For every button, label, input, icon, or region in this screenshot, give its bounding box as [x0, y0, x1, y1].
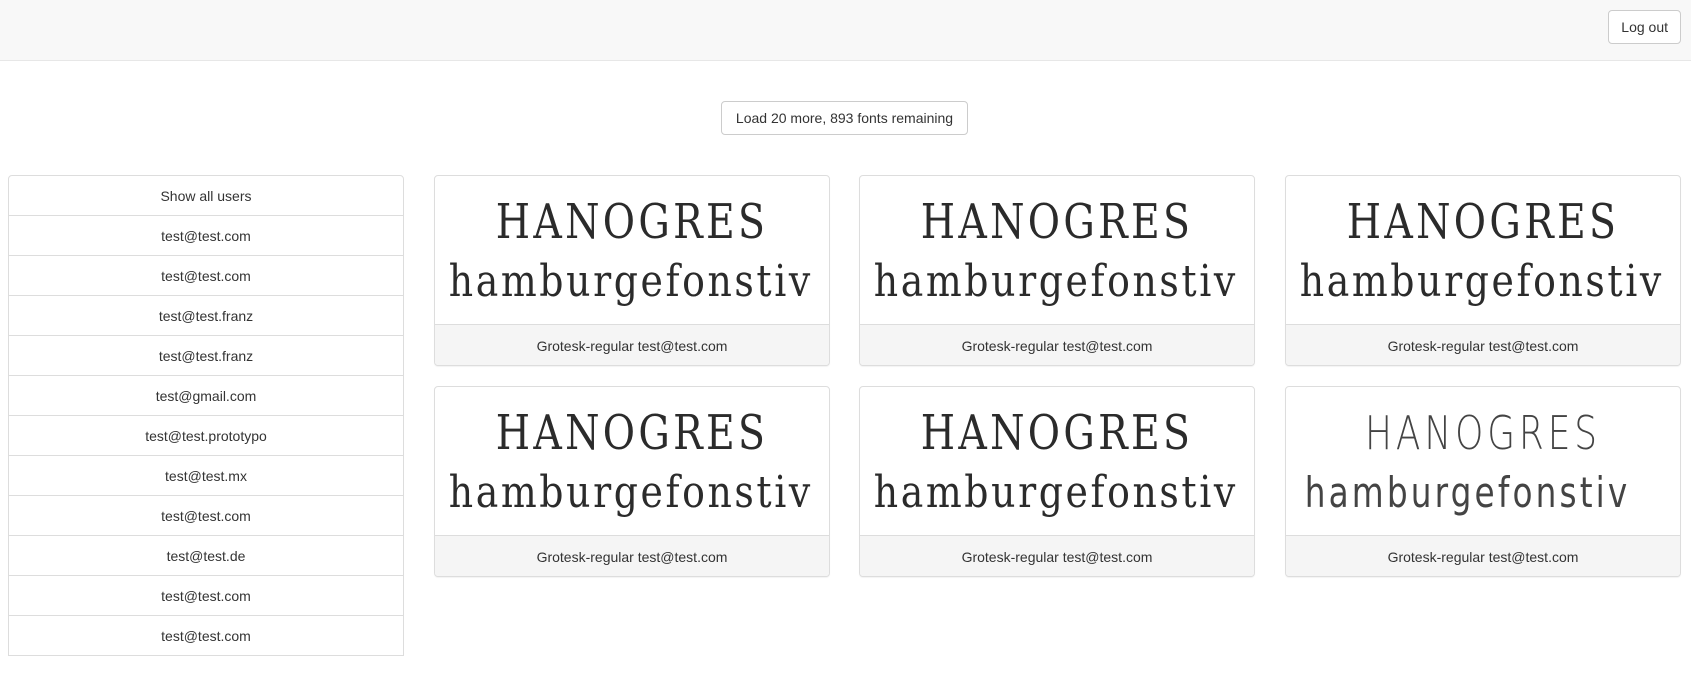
specimen-lowercase: hamburgefonstiv	[873, 467, 1238, 518]
font-specimen: HANOGRES hamburgefonstiv	[860, 387, 1254, 535]
font-specimen: HANOGRES hamburgefonstiv	[1286, 176, 1680, 324]
user-list-item[interactable]: test@test.mx	[8, 455, 404, 496]
specimen-uppercase: HANOGRES	[920, 194, 1194, 250]
user-list-item[interactable]: test@test.com	[8, 615, 404, 656]
specimen-lowercase: hamburgefonstiv	[1304, 468, 1631, 517]
font-card-caption: Grotesk-regular test@test.com	[435, 535, 829, 576]
font-card-caption: Grotesk-regular test@test.com	[1286, 535, 1680, 576]
user-list-item[interactable]: test@test.de	[8, 535, 404, 576]
specimen-uppercase: HANOGRES	[920, 405, 1194, 461]
user-list-item[interactable]: test@test.com	[8, 495, 404, 536]
user-list-item[interactable]: test@gmail.com	[8, 375, 404, 416]
specimen-uppercase: HANOGRES	[1346, 194, 1620, 250]
font-card-caption: Grotesk-regular test@test.com	[860, 324, 1254, 365]
top-navbar: Log out	[0, 0, 1691, 61]
specimen-lowercase: hamburgefonstiv	[448, 467, 813, 518]
user-list-item[interactable]: test@test.com	[8, 215, 404, 256]
show-all-users-item[interactable]: Show all users	[8, 175, 404, 216]
user-list: Show all users test@test.com test@test.c…	[8, 175, 404, 675]
user-list-item[interactable]: test@test.prototypo	[8, 415, 404, 456]
user-list-item[interactable]: test@test.franz	[8, 335, 404, 376]
user-list-item[interactable]: test@test.com	[8, 255, 404, 296]
specimen-lowercase: hamburgefonstiv	[1299, 256, 1664, 307]
specimen-uppercase: HANOGRES	[1365, 406, 1601, 460]
user-list-item[interactable]: test@test.franz	[8, 295, 404, 336]
font-card[interactable]: HANOGRES hamburgefonstiv Grotesk-regular…	[859, 175, 1255, 366]
font-specimen: HANOGRES hamburgefonstiv	[435, 176, 829, 324]
font-card-caption: Grotesk-regular test@test.com	[860, 535, 1254, 576]
font-specimen: HANOGRES hamburgefonstiv	[1286, 387, 1680, 535]
font-card[interactable]: HANOGRES hamburgefonstiv Grotesk-regular…	[434, 175, 830, 366]
load-more-button[interactable]: Load 20 more, 893 fonts remaining	[721, 101, 968, 135]
specimen-uppercase: HANOGRES	[495, 405, 769, 461]
logout-button[interactable]: Log out	[1608, 10, 1681, 44]
font-specimen: HANOGRES hamburgefonstiv	[435, 387, 829, 535]
font-card[interactable]: HANOGRES hamburgefonstiv Grotesk-regular…	[1285, 386, 1681, 577]
font-card-caption: Grotesk-regular test@test.com	[435, 324, 829, 365]
font-card[interactable]: HANOGRES hamburgefonstiv Grotesk-regular…	[1285, 175, 1681, 366]
font-card-caption: Grotesk-regular test@test.com	[1286, 324, 1680, 365]
specimen-lowercase: hamburgefonstiv	[448, 256, 813, 307]
font-specimen: HANOGRES hamburgefonstiv	[860, 176, 1254, 324]
user-list-item[interactable]: test@test.com	[8, 575, 404, 616]
font-card[interactable]: HANOGRES hamburgefonstiv Grotesk-regular…	[859, 386, 1255, 577]
specimen-lowercase: hamburgefonstiv	[873, 256, 1238, 307]
specimen-uppercase: HANOGRES	[495, 194, 769, 250]
font-card[interactable]: HANOGRES hamburgefonstiv Grotesk-regular…	[434, 386, 830, 577]
